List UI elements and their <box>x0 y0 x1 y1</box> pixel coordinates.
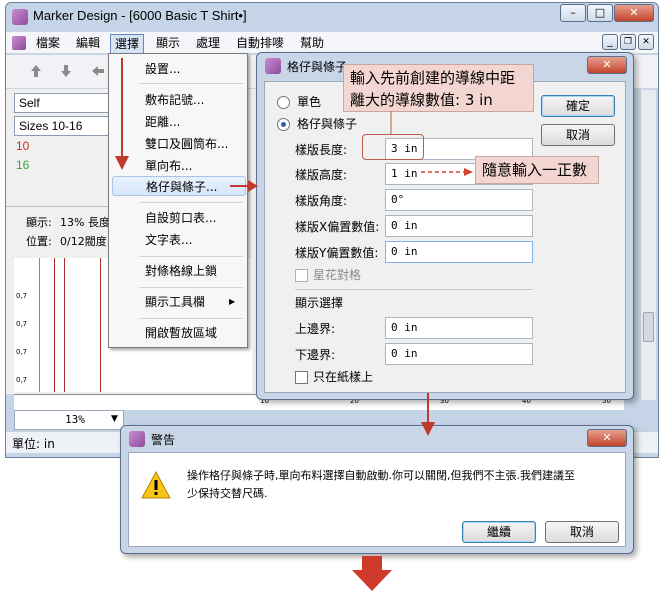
annotation-arrows <box>115 58 473 591</box>
arrow-down-icon <box>115 156 129 170</box>
big-arrow-down-icon <box>352 556 392 591</box>
arrow-right-icon <box>248 180 258 192</box>
arrow-down-icon <box>421 422 435 436</box>
arrow-right-icon <box>464 168 473 176</box>
